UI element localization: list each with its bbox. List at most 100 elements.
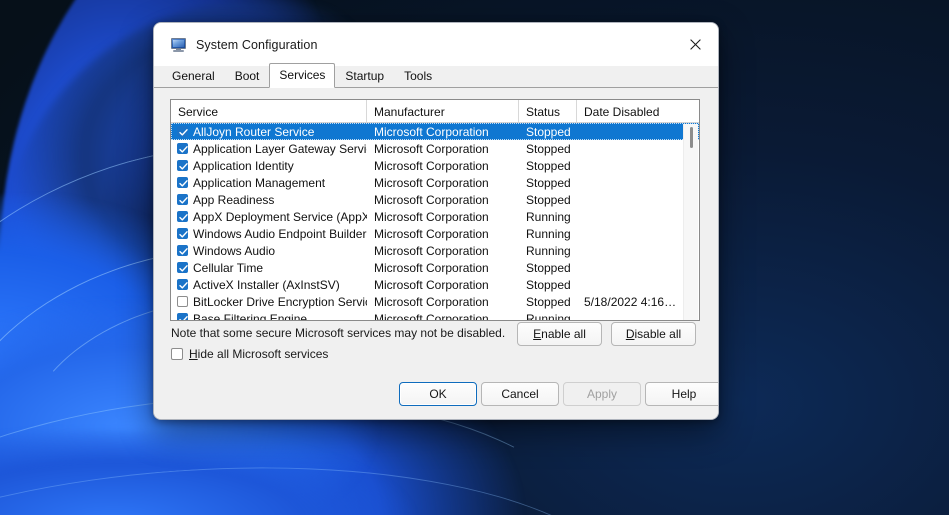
enable-all-mnemonic: E [533, 327, 542, 341]
checked-checkbox-icon[interactable] [176, 160, 188, 171]
system-configuration-dialog: System Configuration General Boot Servic… [153, 22, 719, 420]
row-checkbox[interactable] [171, 279, 193, 290]
cell-manufacturer: Microsoft Corporation [374, 277, 489, 292]
enable-all-label-rest: nable all [541, 327, 586, 341]
scrollbar-thumb[interactable] [690, 127, 693, 148]
cell-status: Stopped [526, 277, 571, 292]
close-icon[interactable] [672, 23, 718, 66]
cell-service: AllJoyn Router Service [193, 124, 315, 139]
table-row[interactable]: ActiveX Installer (AxInstSV) Microsoft Co… [171, 276, 699, 293]
cell-manufacturer: Microsoft Corporation [374, 141, 489, 156]
tab-services[interactable]: Services [269, 63, 336, 88]
cell-manufacturer: Microsoft Corporation [374, 294, 489, 309]
cell-service: AppX Deployment Service (AppX…) [193, 209, 367, 224]
cell-service: Application Layer Gateway Service [193, 141, 367, 156]
tab-general[interactable]: General [162, 66, 225, 87]
checked-checkbox-icon[interactable] [176, 279, 188, 290]
cell-manufacturer: Microsoft Corporation [374, 158, 489, 173]
column-header-service[interactable]: Service [171, 100, 367, 122]
cell-service: Application Identity [193, 158, 294, 173]
table-row[interactable]: Cellular Time Microsoft Corporation Stoppe… [171, 259, 699, 276]
cell-manufacturer: Microsoft Corporation [374, 260, 489, 275]
cell-manufacturer: Microsoft Corporation [374, 243, 489, 258]
cell-status: Stopped [526, 141, 571, 156]
row-checkbox[interactable] [171, 262, 193, 273]
table-row[interactable]: AllJoyn Router Service Microsoft Corporat… [171, 123, 699, 140]
cell-service: App Readiness [193, 192, 275, 207]
disable-all-label-rest: isable all [634, 327, 682, 341]
table-row[interactable]: Application Management Microsoft Corporat… [171, 174, 699, 191]
cell-manufacturer: Microsoft Corporation [374, 209, 489, 224]
cell-status: Running [526, 209, 571, 224]
cell-manufacturer: Microsoft Corporation [374, 175, 489, 190]
cell-status: Stopped [526, 260, 571, 275]
column-header-status[interactable]: Status [519, 100, 577, 122]
window-title: System Configuration [196, 37, 318, 52]
cell-service: ActiveX Installer (AxInstSV) [193, 277, 340, 292]
cell-status: Running [526, 311, 571, 321]
cell-manufacturer: Microsoft Corporation [374, 226, 489, 241]
checked-checkbox-icon[interactable] [176, 126, 188, 137]
enable-all-button[interactable]: Enable all [517, 322, 602, 346]
table-row[interactable]: AppX Deployment Service (AppX…) Microsoft… [171, 208, 699, 225]
hide-checkbox-mnemonic: H [189, 347, 198, 361]
tab-tools[interactable]: Tools [394, 66, 443, 87]
cell-manufacturer: Microsoft Corporation [374, 192, 489, 207]
apply-button: Apply [563, 382, 641, 406]
cell-status: Stopped [526, 158, 571, 173]
checked-checkbox-icon[interactable] [176, 211, 188, 222]
checked-checkbox-icon[interactable] [176, 177, 188, 188]
table-row[interactable]: Base Filtering Engine Microsoft Corporati… [171, 310, 699, 321]
help-button[interactable]: Help [645, 382, 718, 406]
row-checkbox[interactable] [171, 296, 193, 307]
desktop-background: System Configuration General Boot Servic… [0, 0, 949, 515]
row-checkbox[interactable] [171, 160, 193, 171]
row-checkbox[interactable] [171, 211, 193, 222]
table-row[interactable]: Windows Audio Endpoint Builder Microsoft … [171, 225, 699, 242]
disable-all-button[interactable]: Disable all [611, 322, 696, 346]
list-scrollbar[interactable] [683, 124, 698, 320]
table-row[interactable]: App Readiness Microsoft Corporation Stoppe… [171, 191, 699, 208]
row-checkbox[interactable] [171, 245, 193, 256]
cell-status: Stopped [526, 192, 571, 207]
checked-checkbox-icon[interactable] [176, 194, 188, 205]
row-checkbox[interactable] [171, 177, 193, 188]
row-checkbox[interactable] [171, 228, 193, 239]
cell-service: Windows Audio [193, 243, 276, 258]
cell-service: Application Management [193, 175, 326, 190]
row-checkbox[interactable] [171, 313, 193, 320]
note-text: Note that some secure Microsoft services… [171, 326, 506, 340]
services-list[interactable]: Service Manufacturer Status Date Disable… [170, 99, 700, 321]
checked-checkbox-icon[interactable] [176, 262, 188, 273]
computer-monitor-icon [171, 37, 187, 53]
hide-all-microsoft-services-checkbox[interactable]: Hide all Microsoft services [171, 347, 328, 361]
table-row[interactable]: Windows Audio Microsoft Corporation Runnin… [171, 242, 699, 259]
hide-checkbox-box[interactable] [171, 348, 183, 360]
checked-checkbox-icon[interactable] [176, 313, 188, 320]
services-rows-container: AllJoyn Router Service Microsoft Corporat… [171, 123, 699, 321]
row-checkbox[interactable] [171, 194, 193, 205]
cell-status: Stopped [526, 124, 571, 139]
checked-checkbox-icon[interactable] [176, 245, 188, 256]
table-row[interactable]: Application Layer Gateway Service Microso… [171, 140, 699, 157]
cell-status: Stopped [526, 175, 571, 190]
column-header-date-disabled[interactable]: Date Disabled [577, 100, 685, 122]
column-header-manufacturer[interactable]: Manufacturer [367, 100, 519, 122]
cell-status: Stopped [526, 294, 571, 309]
table-row[interactable]: BitLocker Drive Encryption Service Micros… [171, 293, 699, 310]
row-checkbox[interactable] [171, 126, 193, 137]
hide-checkbox-label-rest: ide all Microsoft services [197, 347, 329, 361]
cell-service: Base Filtering Engine [193, 311, 308, 321]
cancel-button[interactable]: Cancel [481, 382, 559, 406]
row-checkbox[interactable] [171, 143, 193, 154]
tab-startup[interactable]: Startup [335, 66, 395, 87]
table-row[interactable]: Application Identity Microsoft Corporatio… [171, 157, 699, 174]
checked-checkbox-icon[interactable] [176, 143, 188, 154]
cell-date-disabled: 5/18/2022 4:16… [584, 294, 677, 309]
ok-button[interactable]: OK [399, 382, 477, 406]
cell-service: Cellular Time [193, 260, 264, 275]
unchecked-checkbox-icon[interactable] [176, 296, 188, 307]
tab-boot[interactable]: Boot [224, 66, 270, 87]
title-bar[interactable]: System Configuration [154, 23, 718, 66]
checked-checkbox-icon[interactable] [176, 228, 188, 239]
